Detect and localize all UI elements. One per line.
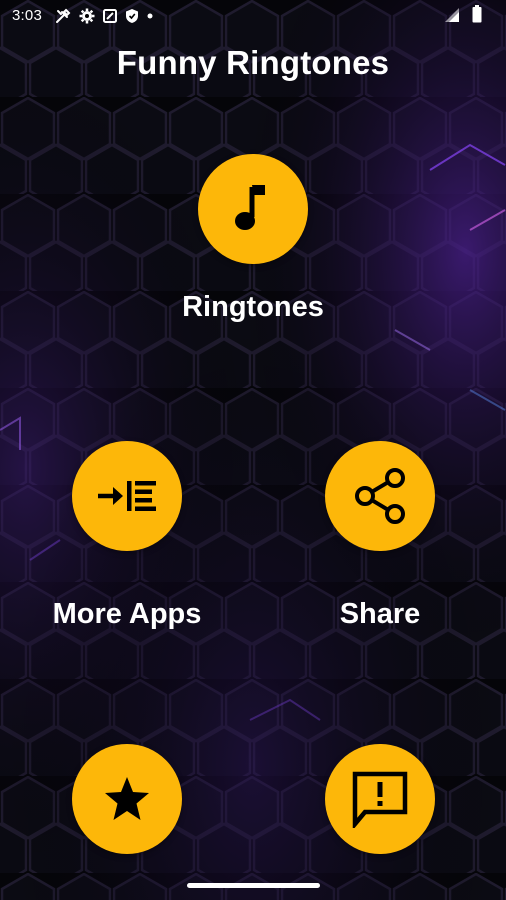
ringtones-button[interactable] — [198, 154, 308, 264]
share-icon — [355, 468, 405, 524]
status-time: 3:03 — [12, 7, 42, 24]
indent-list-icon — [98, 481, 156, 511]
feedback-icon — [352, 771, 408, 828]
ringtones-label: Ringtones — [182, 291, 324, 323]
shield-icon — [126, 9, 138, 23]
app-title: Funny Ringtones — [116, 44, 390, 81]
dot-icon — [147, 13, 153, 19]
share-label: Share — [339, 598, 421, 630]
block-icon — [103, 9, 117, 23]
tools-icon — [56, 8, 71, 23]
more-apps-button[interactable] — [72, 441, 182, 551]
status-icons — [55, 6, 153, 26]
share-button[interactable] — [325, 441, 435, 551]
status-bar: 3:03 — [0, 0, 506, 32]
music-note-icon — [235, 185, 265, 230]
navigation-handle[interactable] — [187, 883, 320, 888]
feedback-button[interactable] — [325, 744, 435, 854]
rate-button[interactable] — [72, 744, 182, 854]
star-icon — [105, 777, 149, 820]
gear-icon — [79, 8, 95, 24]
hexagon-background — [0, 0, 506, 900]
battery-icon — [472, 5, 482, 23]
more-apps-label: More Apps — [52, 598, 202, 630]
signal-icon — [445, 8, 459, 22]
